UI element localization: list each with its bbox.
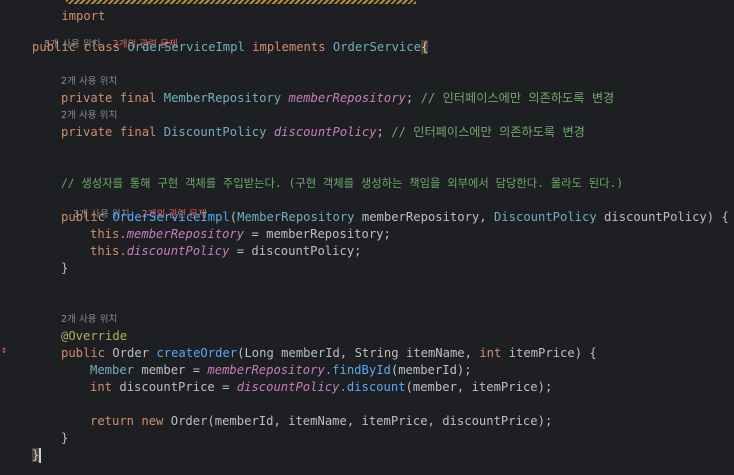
implements-keyword: implements [252,40,326,54]
method-name: createOrder [156,346,238,360]
public-keyword: public [61,346,106,360]
code-line-field2: private final DiscountPolicy discountPol… [61,124,585,141]
code-line-method-close: } [61,430,68,447]
find-by-id-args: (memberId); [390,363,472,377]
ctor-body1-rest: = memberRepository; [244,227,391,241]
order-ctor-args: (memberId, itemName, itemPrice, discount… [207,414,553,428]
ctor-param2-type: DiscountPolicy [493,210,597,224]
class-open-brace: { [420,40,429,54]
code-line-ctor-close: } [61,260,68,277]
field2-name: discountPolicy [273,125,377,139]
code-line-ctor-sig: public OrderServiceImpl(MemberRepository… [61,210,729,224]
code-line-method2: int discountPrice = discountPolicy.disco… [90,379,552,396]
assign-op: = [185,363,208,377]
ctor-param2-name: discountPolicy [604,210,707,224]
this-keyword: this. [90,244,127,258]
method-param3-type: int [479,346,502,360]
interface-name: OrderService [332,40,421,54]
ctor-close-brace: } [61,261,69,275]
field1-name: memberRepository [288,91,406,105]
discount-args: (member, itemPrice); [405,380,553,394]
discount-price-var: discountPrice [119,380,215,394]
code-line-ctor-body1: this.memberRepository = memberRepository… [90,226,391,243]
editor-gutter[interactable] [0,0,24,475]
code-line-method-sig: public Order createOrder(Long memberId, … [61,346,597,360]
new-keyword: new [141,414,164,428]
public-keyword: public [32,40,77,54]
field1-usage-hint[interactable]: 2개 사용 위치 [61,75,117,89]
code-line-class-decl: public class OrderServiceImpl implements… [32,39,429,56]
field1-modifiers: private final [61,91,157,105]
return-keyword: return [90,414,135,428]
discount-call: .discount [339,380,406,394]
method-param1-name: memberId [281,346,340,360]
code-line-ctor-body2: this.discountPolicy = discountPolicy; [90,243,362,260]
class-usage-hint[interactable]: 5개 사용 위치 2개의 관련 문제 [32,24,178,50]
ctor-comment: // 생성자를 통해 구현 객체를 주입받는다. (구현 객체를 생성하는 책임… [61,177,624,190]
method-param2-type: String [354,346,399,360]
field2-usage-hint[interactable]: 2개 사용 위치 [61,109,117,123]
ctor-param1-name: memberRepository [361,210,480,224]
public-keyword: public [61,210,106,224]
int-type: int [90,380,113,394]
discount-policy-field: discountPolicy [236,380,340,394]
class-name: OrderServiceImpl [127,40,245,54]
ctor-body1-field: memberRepository [126,227,245,241]
code-line-class-close: } [32,447,42,464]
field2-comment: // 인터페이스에만 의존하도록 변경 [391,125,585,139]
method-open: ) { [574,346,597,360]
method-usage-hint[interactable]: 2개 사용 위치 [61,313,117,327]
import-keyword: import [61,9,113,23]
method-param1-type: Long [244,346,274,360]
code-editor[interactable]: import 5개 사용 위치 2개의 관련 문제 public class Or… [0,0,734,475]
method-param2-name: itemName [405,346,465,360]
field2-semicolon: ; [376,125,384,139]
field1-semicolon: ; [405,91,414,105]
field1-type: MemberRepository [163,91,282,105]
code-line-field1: private final MemberRepository memberRep… [61,90,614,107]
field2-type: DiscountPolicy [163,125,267,139]
member-repo-field: memberRepository [207,363,325,377]
code-line-method1: Member member = memberRepository.findByI… [90,362,472,379]
code-line-annotation: @Override [61,328,127,345]
ctor-name: OrderServiceImpl [112,210,230,224]
ctor-usage-hint[interactable]: 3개 사용 위치 2개의 관련 문제 [61,194,207,220]
class-keyword: class [83,40,121,54]
ctor-param1-type: MemberRepository [237,210,355,224]
field2-modifiers: private final [61,125,157,139]
method-return-type: Order [112,346,150,360]
member-var: member [141,363,186,377]
find-by-id-call: .findById [324,363,391,377]
class-close-brace: } [32,448,40,462]
ctor-open: ) { [706,210,729,224]
method-param3-name: itemPrice [508,346,575,360]
code-line-ctor-comment: // 생성자를 통해 구현 객체를 주입받는다. (구현 객체를 생성하는 책임… [61,175,623,192]
order-class: Order [170,414,208,428]
ctor-body2-field: discountPolicy [126,244,230,258]
code-line-method3: return new Order(memberId, itemName, ite… [90,413,552,430]
method-close-brace: } [61,431,69,445]
field1-comment: // 인터페이스에만 의존하도록 변경 [420,91,615,105]
text-caret [39,448,42,463]
override-gutter-icon[interactable]: ↕ [1,345,7,356]
member-type: Member [90,363,135,377]
override-annotation: @Override [61,329,128,343]
this-keyword: this. [90,227,127,241]
assign-op: = [214,380,237,394]
ctor-body2-rest: = discountPolicy; [229,244,362,258]
warning-squiggle [66,0,416,4]
